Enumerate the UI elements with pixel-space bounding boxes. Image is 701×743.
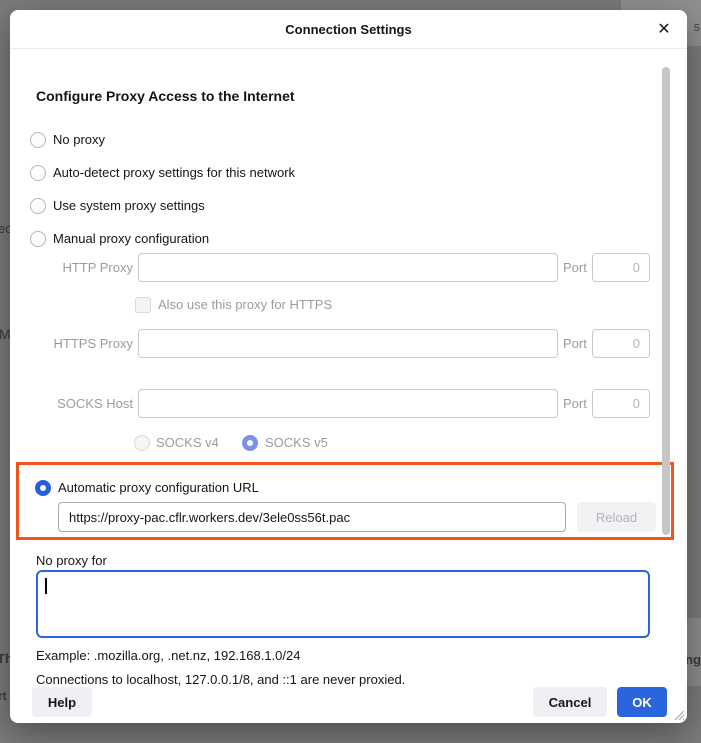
radio-auto-detect[interactable] bbox=[30, 165, 46, 181]
http-port-label: Port bbox=[563, 253, 587, 282]
close-icon[interactable]: ✕ bbox=[655, 21, 673, 39]
http-proxy-label: HTTP Proxy bbox=[30, 253, 133, 282]
also-https-label[interactable]: Also use this proxy for HTTPS bbox=[158, 297, 332, 313]
https-port-input[interactable] bbox=[592, 329, 650, 358]
https-proxy-label: HTTPS Proxy bbox=[30, 329, 133, 358]
auto-url-input[interactable] bbox=[58, 502, 566, 532]
dialog-title: Connection Settings bbox=[10, 10, 687, 49]
connection-settings-dialog: Connection Settings ✕ Configure Proxy Ac… bbox=[10, 10, 687, 723]
reload-button[interactable]: Reload bbox=[577, 502, 656, 532]
radio-auto-url[interactable] bbox=[35, 480, 51, 496]
socks-port-input[interactable] bbox=[592, 389, 650, 418]
radio-auto-detect-label[interactable]: Auto-detect proxy settings for this netw… bbox=[53, 165, 295, 181]
socks-host-input[interactable] bbox=[138, 389, 558, 418]
background-text-fragment: s bbox=[694, 19, 701, 34]
resize-grip-icon[interactable] bbox=[672, 708, 684, 720]
radio-system-proxy[interactable] bbox=[30, 198, 46, 214]
background-text-fragment: ng bbox=[685, 652, 701, 667]
ok-button[interactable]: OK bbox=[617, 687, 667, 717]
radio-no-proxy[interactable] bbox=[30, 132, 46, 148]
https-port-label: Port bbox=[563, 329, 587, 358]
no-proxy-for-label: No proxy for bbox=[36, 553, 107, 568]
dialog-header: Connection Settings ✕ bbox=[10, 10, 687, 49]
http-proxy-input[interactable] bbox=[138, 253, 558, 282]
radio-socks-v4-label[interactable]: SOCKS v4 bbox=[156, 435, 219, 451]
radio-auto-url-label[interactable]: Automatic proxy configuration URL bbox=[58, 480, 259, 496]
help-button[interactable]: Help bbox=[32, 687, 92, 717]
cancel-button[interactable]: Cancel bbox=[533, 687, 607, 717]
also-https-checkbox[interactable] bbox=[135, 297, 151, 313]
https-proxy-input[interactable] bbox=[138, 329, 558, 358]
radio-socks-v4[interactable] bbox=[134, 435, 150, 451]
http-port-input[interactable] bbox=[592, 253, 650, 282]
background-text-fragment: rt bbox=[0, 689, 7, 703]
radio-manual-proxy[interactable] bbox=[30, 231, 46, 247]
socks-port-label: Port bbox=[563, 389, 587, 418]
scrollbar-thumb[interactable] bbox=[662, 67, 670, 535]
radio-system-proxy-label[interactable]: Use system proxy settings bbox=[53, 198, 205, 214]
socks-host-label: SOCKS Host bbox=[30, 389, 133, 418]
example-text: Example: .mozilla.org, .net.nz, 192.168.… bbox=[36, 648, 301, 663]
text-caret bbox=[45, 578, 47, 594]
localhost-note-text: Connections to localhost, 127.0.0.1/8, a… bbox=[36, 672, 405, 687]
no-proxy-for-textarea[interactable] bbox=[36, 570, 650, 638]
radio-socks-v5[interactable] bbox=[242, 435, 258, 451]
radio-manual-proxy-label[interactable]: Manual proxy configuration bbox=[53, 231, 209, 247]
radio-no-proxy-label[interactable]: No proxy bbox=[53, 132, 105, 148]
radio-socks-v5-label[interactable]: SOCKS v5 bbox=[265, 435, 328, 451]
section-heading: Configure Proxy Access to the Internet bbox=[36, 88, 295, 104]
